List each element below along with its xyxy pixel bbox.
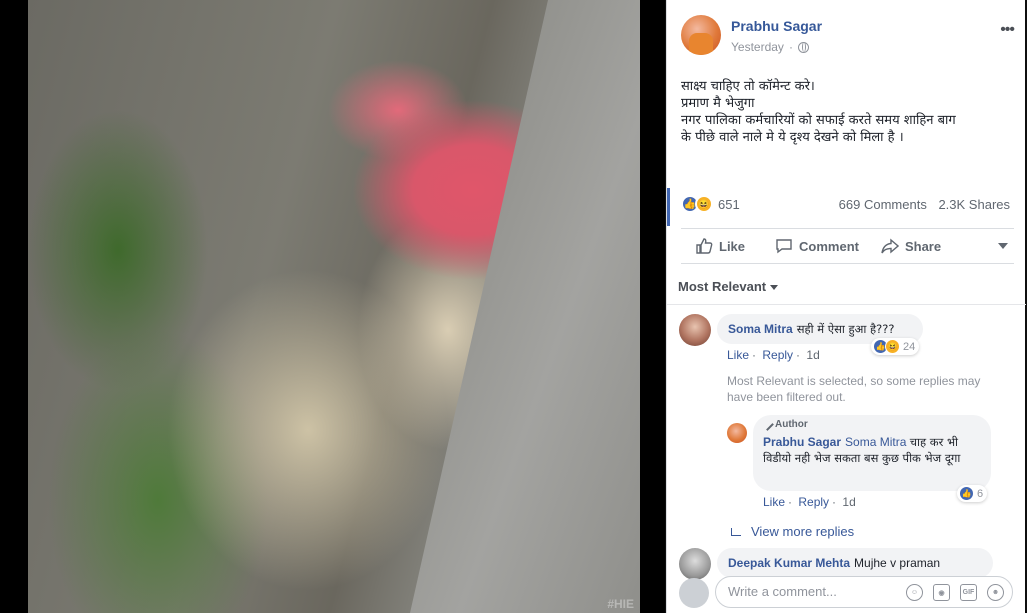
view-more-replies[interactable]: View more replies [731, 524, 854, 539]
current-user-avatar [679, 578, 709, 608]
post-stats: 👍 😆 651 669 Comments 2.3K Shares [667, 188, 1026, 220]
post-header: Prabhu Sagar Yesterday · ••• [681, 15, 1016, 59]
commenter-avatar[interactable] [679, 314, 711, 346]
post-photo-area: #HIE [0, 0, 665, 613]
caret-down-icon [770, 285, 779, 291]
like-label: Like [719, 238, 746, 254]
comment-actions: Like · Reply · 1d [727, 348, 820, 362]
composer-tools: ☺ ◉ GIF ☻ [906, 584, 1004, 601]
comment-reaction-count: 24 [903, 340, 916, 353]
more-horizontal-icon[interactable]: ••• [1000, 21, 1015, 39]
meta-separator: · [788, 40, 793, 54]
reply-author-avatar[interactable] [727, 423, 747, 443]
like-button[interactable]: Like [695, 238, 745, 254]
commenter-avatar[interactable] [679, 548, 711, 580]
commenter-name[interactable]: Deepak Kumar Mehta [728, 556, 850, 570]
author-badge: Author [761, 418, 808, 431]
comment-button[interactable]: Comment [775, 238, 859, 254]
share-arrow-icon [881, 238, 899, 254]
reply-age[interactable]: 1d [842, 495, 855, 509]
comment-label: Comment [799, 238, 859, 254]
shares-count[interactable]: 2.3K Shares [938, 197, 1010, 212]
comment-filter-label: Most Relevant [678, 279, 767, 294]
post-text-line: साक्ष्य चाहिए तो कॉमेन्ट करे। [681, 79, 815, 94]
camera-icon[interactable]: ◉ [933, 584, 950, 601]
engagement-counts: 669 Comments 2.3K Shares [831, 197, 1010, 212]
post-meta: Yesterday · [731, 40, 809, 54]
author-avatar[interactable] [681, 15, 721, 55]
reply-reply-link[interactable]: Reply [798, 495, 829, 509]
post-time[interactable]: Yesterday [731, 40, 784, 54]
reply-reaction-count: 6 [977, 487, 984, 500]
author-badge-label: Author [775, 419, 808, 430]
reply-mention[interactable]: Soma Mitra [845, 435, 906, 449]
comment-bubble: Deepak Kumar Mehta Mujhe v praman [717, 548, 993, 578]
view-more-label: View more replies [751, 524, 855, 539]
comment-text: सही में ऐसा हुआ है??? [796, 322, 895, 336]
post-photo[interactable]: #HIE [28, 0, 640, 613]
comment-bubble-icon [776, 239, 792, 254]
comment-reply-link[interactable]: Reply [762, 348, 793, 362]
commenter-name[interactable]: Soma Mitra [728, 322, 793, 336]
share-label: Share [904, 238, 942, 254]
post-side-panel: Prabhu Sagar Yesterday · ••• साक्ष्य चाह… [666, 0, 1026, 613]
post-text-line: नगर पालिका कर्मचारियों को सफाई करते समय … [681, 113, 956, 128]
comments-count[interactable]: 669 Comments [839, 197, 927, 212]
comment-text: Mujhe v praman [854, 556, 941, 570]
divider [667, 304, 1026, 305]
post-text-line: के पीछे वाले नाले मे ये दृश्य देखने को म… [681, 130, 904, 145]
chevron-down-icon[interactable] [998, 243, 1008, 249]
comment-reactions[interactable]: 👍 😆 24 [871, 338, 920, 355]
filter-notice: Most Relevant is selected, so some repli… [727, 374, 981, 404]
emoji-icon[interactable]: ☺ [906, 584, 923, 601]
share-button[interactable]: Share [881, 238, 941, 254]
reactions-count: 651 [718, 196, 740, 212]
post-action-bar: Like Comment Share [681, 228, 1014, 264]
photo-watermark: #HIE [607, 597, 634, 611]
globe-icon[interactable] [797, 41, 809, 53]
thumbs-up-icon [696, 238, 713, 254]
reactions-summary[interactable]: 👍 😆 651 [681, 195, 740, 213]
like-reaction-icon: 👍 [959, 486, 974, 501]
reply-author-name[interactable]: Prabhu Sagar [763, 435, 841, 449]
gif-icon[interactable]: GIF [960, 584, 977, 601]
comment-filter[interactable]: Most Relevant [678, 279, 779, 294]
photo-curb [410, 0, 640, 613]
reply-reactions[interactable]: 👍 6 [957, 485, 988, 502]
reply-like-link[interactable]: Like [763, 495, 785, 509]
reply-arrow-icon [731, 527, 741, 536]
comment-input[interactable] [728, 584, 898, 599]
comment-composer: ☺ ◉ GIF ☻ [715, 576, 1013, 608]
haha-reaction-icon: 😆 [695, 195, 713, 213]
post-text: साक्ष्य चाहिए तो कॉमेन्ट करे। प्रमाण मै … [681, 78, 1011, 146]
sticker-icon[interactable]: ☻ [987, 584, 1004, 601]
author-name[interactable]: Prabhu Sagar [731, 18, 822, 34]
haha-reaction-icon: 😆 [885, 339, 900, 354]
comment-age[interactable]: 1d [806, 348, 819, 362]
pen-icon [761, 418, 774, 431]
post-text-line: प्रमाण मै भेजुगा [681, 96, 755, 111]
reply-actions: Like · Reply · 1d [763, 495, 856, 509]
comment-like-link[interactable]: Like [727, 348, 749, 362]
